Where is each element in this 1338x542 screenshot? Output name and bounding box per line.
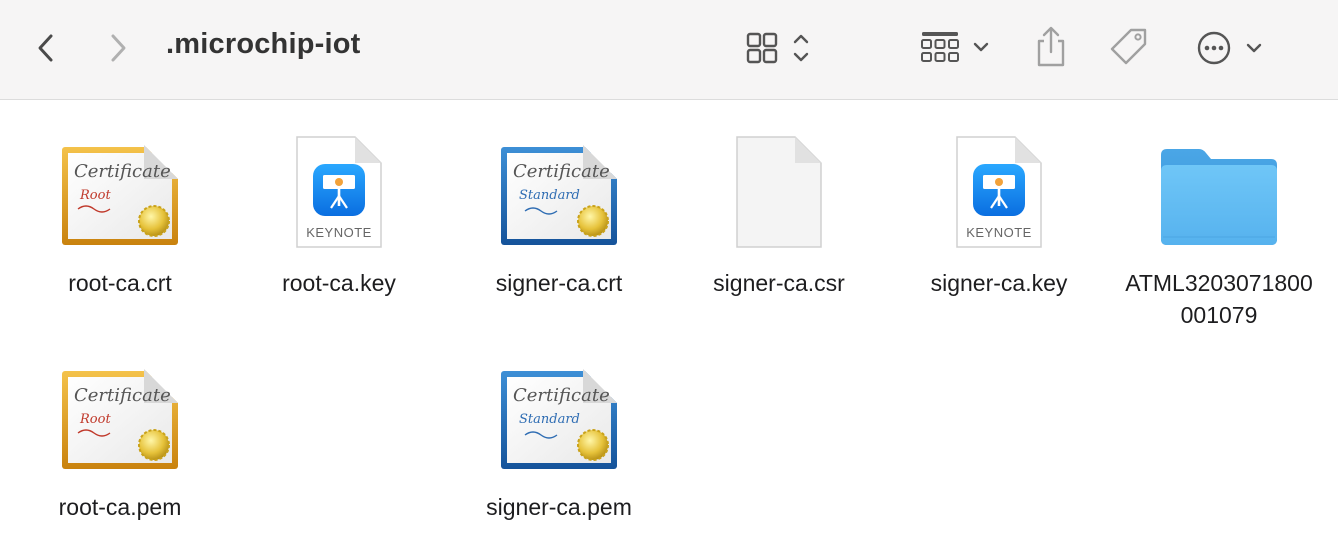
more-actions-button[interactable] (1192, 26, 1268, 70)
file-item[interactable]: KEYNOTE root-ca.key (234, 133, 444, 299)
svg-text:Certificate: Certificate (74, 385, 171, 406)
svg-text:KEYNOTE: KEYNOTE (306, 225, 372, 240)
chevron-right-icon (111, 34, 126, 62)
standard-certificate-icon: Certificate Standard (501, 145, 617, 245)
file-item[interactable]: Certificate Root root-ca.crt (15, 133, 225, 299)
file-item[interactable]: Certificate Root root-ca.pem (15, 357, 225, 523)
svg-text:Root: Root (79, 188, 111, 203)
chevron-left-icon (38, 34, 53, 62)
folder-item[interactable]: ATML3203071800001079 (1114, 133, 1324, 331)
back-button[interactable] (28, 28, 64, 68)
svg-text:Standard: Standard (519, 188, 580, 203)
standard-certificate-icon: Certificate Standard (501, 369, 617, 469)
blank-document-icon (736, 136, 822, 248)
file-item[interactable]: KEYNOTE signer-ca.key (894, 133, 1104, 299)
file-name: root-ca.crt (68, 270, 172, 296)
view-mode-button[interactable] (740, 26, 818, 70)
file-name: signer-ca.pem (486, 494, 632, 520)
file-item[interactable]: Certificate Standard signer-ca.pem (454, 357, 664, 523)
root-certificate-icon: Certificate Root (62, 369, 178, 469)
svg-text:Standard: Standard (519, 412, 580, 427)
group-by-button[interactable] (914, 26, 994, 70)
root-certificate-icon: Certificate Root (62, 145, 178, 245)
file-name: ATML3203071800001079 (1125, 270, 1313, 328)
file-name: signer-ca.csr (713, 270, 845, 296)
svg-text:Certificate: Certificate (74, 161, 171, 182)
svg-text:Certificate: Certificate (513, 385, 610, 406)
share-button[interactable] (1030, 24, 1072, 70)
file-name: signer-ca.crt (495, 270, 623, 296)
finder-toolbar: .microchip-iot (0, 0, 1338, 100)
tag-icon (1110, 28, 1147, 65)
share-icon (1037, 26, 1065, 67)
file-name: root-ca.key (282, 270, 396, 296)
keynote-document-icon: KEYNOTE (296, 136, 382, 248)
file-item[interactable]: signer-ca.csr (674, 133, 884, 299)
window-title: .microchip-iot (166, 28, 361, 60)
svg-text:Root: Root (79, 412, 111, 427)
file-name: signer-ca.key (930, 270, 1068, 296)
forward-button[interactable] (100, 28, 136, 68)
ellipsis-circle-icon (1197, 31, 1262, 65)
svg-text:Certificate: Certificate (513, 161, 610, 182)
file-name: root-ca.pem (58, 494, 182, 520)
svg-text:KEYNOTE: KEYNOTE (966, 225, 1032, 240)
icon-grid-view-icon (746, 32, 809, 64)
folder-icon (1161, 149, 1277, 245)
tag-button[interactable] (1106, 24, 1152, 70)
group-by-icon (921, 32, 989, 62)
keynote-document-icon: KEYNOTE (956, 136, 1042, 248)
file-item[interactable]: Certificate Standard signer-ca.crt (454, 133, 664, 299)
file-icon-grid: Certificate Root root-ca.crt KEYNOTE roo (0, 101, 1338, 542)
